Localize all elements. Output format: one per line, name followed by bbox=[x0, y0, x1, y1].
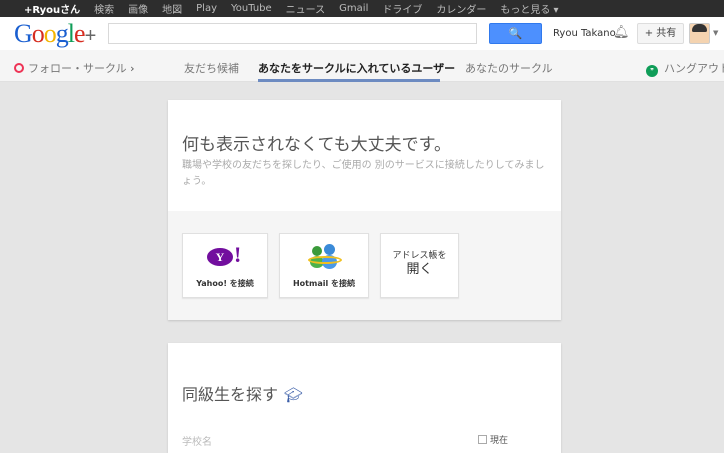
user-name-link[interactable]: Ryou Takano bbox=[553, 28, 616, 39]
search-button[interactable]: 🔍 bbox=[489, 23, 542, 44]
hangouts-label: ハングアウト bbox=[664, 62, 724, 75]
current-checkbox[interactable]: 現在 bbox=[478, 433, 508, 446]
messenger-icon bbox=[308, 244, 342, 270]
top-bar: +Ryouさん 検索 画像 地図 Play YouTube ニュース Gmail… bbox=[0, 0, 724, 17]
connect-yahoo-button[interactable]: Y! Yahoo! を接続 bbox=[182, 233, 268, 298]
hangouts-link[interactable]: ❞ ハングアウト bbox=[646, 60, 724, 77]
chevron-down-icon[interactable]: ▼ bbox=[713, 29, 718, 37]
hangouts-icon: ❞ bbox=[646, 65, 658, 77]
topbar-youtube-link[interactable]: YouTube bbox=[231, 3, 272, 14]
tab-have-you-in-circles[interactable]: あなたをサークルに入れているユーザー bbox=[258, 60, 455, 76]
yahoo-logo-icon: Y bbox=[207, 248, 233, 266]
empty-title: 何も表示されなくても大丈夫です。 bbox=[182, 135, 451, 155]
open-address-book-button[interactable]: アドレス帳を 開く bbox=[380, 233, 459, 298]
header: Google+ 🔍 Ryou Takano 🔔︎ + 共有 ▼ bbox=[0, 17, 724, 50]
school-name-input[interactable]: 学校名 bbox=[182, 433, 212, 448]
empty-description: 職場や学校の友だちを探したり、ご使用の 別のサービスに接続したりしてみましょう。 bbox=[182, 160, 545, 187]
topbar-gmail-link[interactable]: Gmail bbox=[339, 3, 368, 14]
connect-services-area: Y! Yahoo! を接続 Hotmail を接続 アドレス帳を 開く bbox=[168, 211, 561, 320]
topbar-maps-link[interactable]: 地図 bbox=[162, 1, 182, 16]
avatar[interactable] bbox=[689, 23, 710, 44]
topbar-search-link[interactable]: 検索 bbox=[94, 1, 114, 16]
tab-suggestions[interactable]: 友だち候補 bbox=[184, 60, 239, 76]
topbar-images-link[interactable]: 画像 bbox=[128, 1, 148, 16]
yahoo-exclaim: ! bbox=[234, 242, 242, 267]
topbar-calendar-link[interactable]: カレンダー bbox=[436, 1, 486, 16]
follow-label: フォロー・サークル bbox=[28, 62, 127, 75]
current-label: 現在 bbox=[490, 436, 509, 446]
connect-hotmail-button[interactable]: Hotmail を接続 bbox=[279, 233, 369, 298]
topbar-profile-link[interactable]: +Ryouさん bbox=[24, 1, 80, 16]
share-button[interactable]: + 共有 bbox=[637, 23, 684, 44]
active-tab-underline bbox=[258, 79, 440, 82]
topbar-news-link[interactable]: ニュース bbox=[286, 1, 326, 16]
search-input[interactable] bbox=[108, 23, 477, 44]
find-classmates-card: 同級生を探す 🎓︎ 学校名 現在 bbox=[168, 343, 561, 453]
address-book-label: アドレス帳を bbox=[392, 251, 447, 261]
follow-circles-link[interactable]: フォロー・サークル › bbox=[14, 60, 135, 76]
sub-navigation: フォロー・サークル › 友だち候補 あなたをサークルに入れているユーザー あなた… bbox=[0, 50, 724, 82]
hotmail-label: Hotmail を接続 bbox=[292, 279, 356, 288]
checkbox-icon bbox=[478, 435, 487, 444]
classmates-title: 同級生を探す 🎓︎ bbox=[182, 385, 304, 404]
tab-your-circles[interactable]: あなたのサークル bbox=[465, 60, 553, 76]
open-label: 開く bbox=[406, 262, 433, 277]
bell-icon[interactable]: 🔔︎ bbox=[613, 25, 630, 40]
topbar-more-link[interactable]: もっと見る ▾ bbox=[500, 1, 558, 16]
google-plus-logo[interactable]: Google+ bbox=[14, 19, 96, 49]
empty-state-card: 何も表示されなくても大丈夫です。 職場や学校の友だちを探したり、ご使用の 別のサ… bbox=[168, 100, 561, 320]
search-icon: 🔍 bbox=[508, 27, 523, 40]
topbar-play-link[interactable]: Play bbox=[196, 3, 217, 14]
graduation-cap-icon: 🎓︎ bbox=[284, 386, 304, 404]
chevron-right-icon: › bbox=[130, 62, 135, 75]
yahoo-label: Yahoo! を接続 bbox=[196, 279, 254, 288]
topbar-drive-link[interactable]: ドライブ bbox=[382, 1, 422, 16]
circles-icon bbox=[14, 63, 24, 73]
